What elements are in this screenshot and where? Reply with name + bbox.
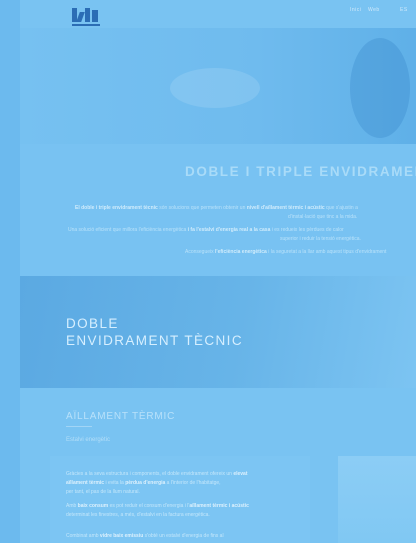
thermal-paragraph-1b: aïllament tèrmic i evita la pèrdua d'ene… xyxy=(66,480,221,486)
intro-section: DOBLE I TRIPLE ENVIDRAMENT El doble i tr… xyxy=(20,144,416,276)
thermal-insulation-section: AÏLLAMENT TÈRMIC Estalvi energètic Gràci… xyxy=(20,388,416,543)
banner-double-glazing: DOBLE ENVIDRAMENT TÈCNIC xyxy=(20,276,416,388)
banner-title-line-2: ENVIDRAMENT TÈCNIC xyxy=(66,333,243,348)
intro-paragraph-2: Una solució eficient que millora l'efici… xyxy=(68,227,344,233)
nav-item-language[interactable]: ES xyxy=(400,7,408,13)
site-header: Inici Web ES xyxy=(20,0,416,28)
left-gutter xyxy=(0,0,20,543)
intro-paragraph-3: Aconsegueix l'eficiència energètica i la… xyxy=(185,249,387,255)
nav-item-home[interactable]: Inici xyxy=(350,7,361,13)
section-photo xyxy=(338,456,416,543)
title-divider xyxy=(66,426,92,427)
intro-paragraph-2b: superior i reduir la tensió energètica. xyxy=(280,236,361,242)
section-subtitle: Estalvi energètic xyxy=(66,437,111,443)
thermal-paragraph-3: Combinat amb vidre baix emissiu s'obté u… xyxy=(66,533,224,539)
thermal-paragraph-2: Amb baix consum es pot reduir el consum … xyxy=(66,503,249,509)
intro-paragraph-1: El doble i triple envidrament tècnic són… xyxy=(75,205,358,211)
nav-item-web[interactable]: Web xyxy=(368,7,380,13)
intro-paragraph-1b: d'instal·lació que tinc a la mida. xyxy=(288,214,358,220)
thermal-paragraph-1: Gràcies a la seva estructura i component… xyxy=(66,471,248,477)
thermal-paragraph-2b: determinat les finestres, a més, d'estal… xyxy=(66,512,210,518)
logo[interactable] xyxy=(72,6,100,26)
page-title: DOBLE I TRIPLE ENVIDRAMENT xyxy=(185,164,416,179)
thermal-paragraph-1c: per tant, el pas de la llum natural. xyxy=(66,489,140,495)
banner-title-line-1: DOBLE xyxy=(66,316,119,331)
hero-image xyxy=(20,28,416,144)
section-title: AÏLLAMENT TÈRMIC xyxy=(66,411,176,422)
